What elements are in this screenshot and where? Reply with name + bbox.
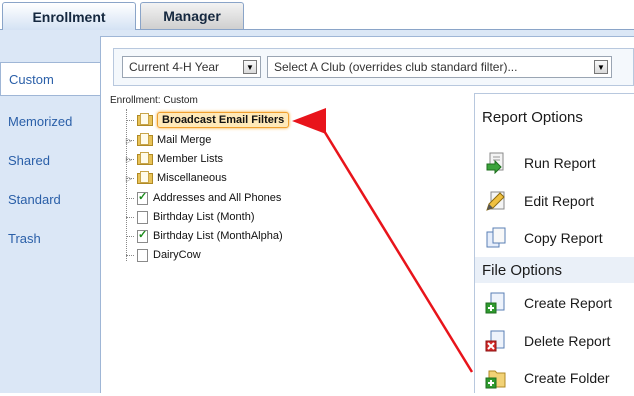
year-select-value: Current 4-H Year <box>129 60 220 74</box>
sidebar-item-shared[interactable]: Shared <box>0 143 100 177</box>
sidebar-item-memorized[interactable]: Memorized <box>0 104 100 138</box>
create-report-button[interactable]: Create Report <box>475 285 634 321</box>
create-folder-label: Create Folder <box>524 370 610 386</box>
sidebar-item-standard[interactable]: Standard <box>0 182 100 216</box>
create-report-icon <box>485 292 507 314</box>
file-options-header: File Options <box>475 257 634 283</box>
copy-report-label: Copy Report <box>524 230 603 246</box>
club-select-value: Select A Club (overrides club standard f… <box>274 60 518 74</box>
edit-report-button[interactable]: Edit Report <box>475 183 634 219</box>
expand-icon[interactable]: ▷ <box>124 174 134 183</box>
tree-folder-broadcast-email-filters[interactable]: Broadcast Email Filters <box>126 111 290 129</box>
folder-icon <box>137 171 153 185</box>
tree-report-dairycow[interactable]: DairyCow <box>126 246 201 264</box>
checked-report-icon: ✓ <box>137 190 148 205</box>
sidebar-item-trash[interactable]: Trash <box>0 221 100 255</box>
tree-report-birthday-list-monthalpha[interactable]: ✓ Birthday List (MonthAlpha) <box>126 227 283 245</box>
copy-report-button[interactable]: Copy Report <box>475 220 634 256</box>
tab-enrollment[interactable]: Enrollment <box>2 2 136 30</box>
run-report-button[interactable]: Run Report <box>475 145 634 181</box>
club-select[interactable]: Select A Club (overrides club standard f… <box>267 56 612 78</box>
run-report-icon <box>485 152 507 174</box>
top-tab-bar: Enrollment Manager <box>0 0 634 30</box>
expand-icon[interactable]: ▷ <box>124 155 134 164</box>
tab-manager[interactable]: Manager <box>140 2 244 29</box>
delete-report-label: Delete Report <box>524 333 611 349</box>
report-icon <box>137 248 148 262</box>
create-folder-icon <box>485 367 507 389</box>
folder-icon <box>137 152 153 166</box>
tree-root-label: Enrollment: Custom <box>110 95 198 106</box>
delete-report-icon <box>485 330 507 352</box>
folder-icon <box>137 113 153 127</box>
delete-report-button[interactable]: Delete Report <box>475 323 634 359</box>
create-folder-button[interactable]: Create Folder <box>475 360 634 396</box>
report-options-header: Report Options <box>482 108 583 126</box>
report-icon <box>137 210 148 224</box>
copy-report-icon <box>485 227 507 249</box>
tree-folder-miscellaneous[interactable]: ▷ Miscellaneous <box>126 169 227 187</box>
chevron-down-icon[interactable]: ▼ <box>594 60 608 74</box>
options-panel: Report Options Run Report Edit Report Co… <box>474 93 634 393</box>
chevron-down-icon[interactable]: ▼ <box>243 60 257 74</box>
tree-report-addresses-and-all-phones[interactable]: ✓ Addresses and All Phones <box>126 189 281 207</box>
sidebar: Custom Memorized Shared Standard Trash <box>0 30 101 393</box>
filter-bar: Current 4-H Year ▼ Select A Club (overri… <box>113 48 634 86</box>
expand-icon[interactable]: ▷ <box>124 136 134 145</box>
checked-report-icon: ✓ <box>137 228 148 243</box>
sidebar-item-custom[interactable]: Custom <box>0 62 101 96</box>
tree-folder-member-lists[interactable]: ▷ Member Lists <box>126 150 223 168</box>
tree-report-birthday-list-month[interactable]: Birthday List (Month) <box>126 208 254 226</box>
year-select[interactable]: Current 4-H Year ▼ <box>122 56 261 78</box>
tree-folder-mail-merge[interactable]: ▷ Mail Merge <box>126 131 211 149</box>
edit-report-label: Edit Report <box>524 193 595 209</box>
create-report-label: Create Report <box>524 295 612 311</box>
folder-icon <box>137 133 153 147</box>
run-report-label: Run Report <box>524 155 596 171</box>
edit-report-icon <box>485 190 507 212</box>
